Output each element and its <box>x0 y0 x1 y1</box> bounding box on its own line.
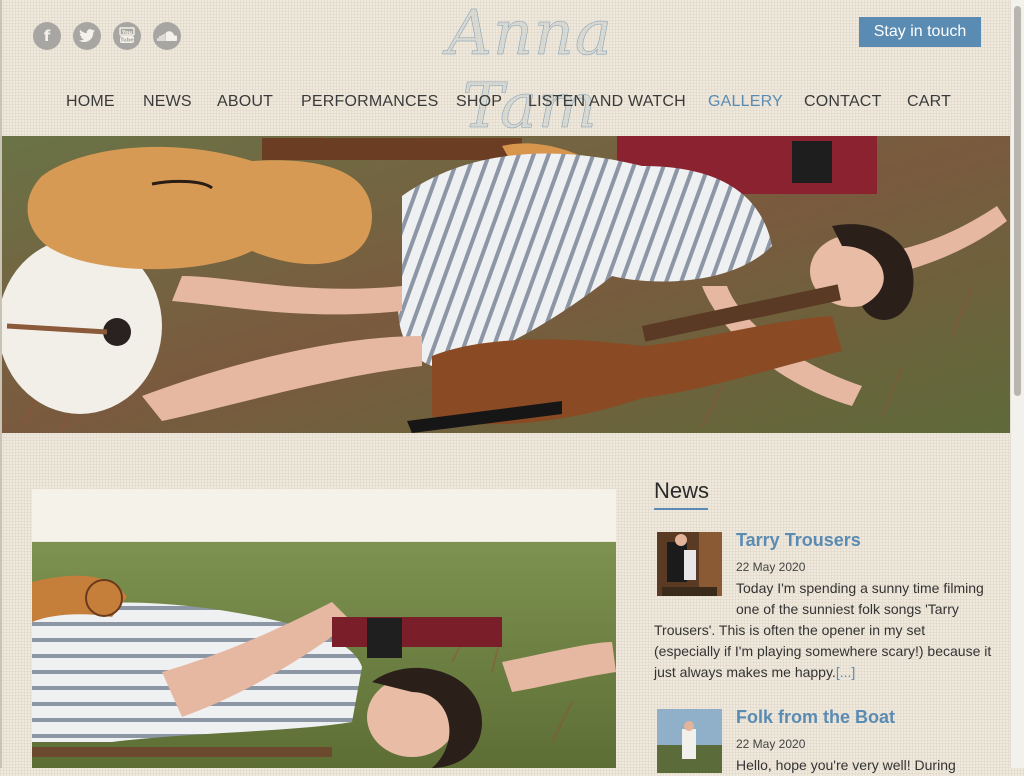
youtube-icon[interactable]: You Tube <box>113 22 141 50</box>
svg-text:You: You <box>121 30 133 36</box>
site-logo[interactable]: Anna Tam <box>380 0 680 142</box>
social-links: f You Tube <box>33 22 181 50</box>
news-item-text: one of the sunniest folk songs 'Tarry <box>736 601 959 617</box>
news-item-text: Today I'm spending a sunny time filming <box>736 580 984 596</box>
nav-cart[interactable]: CART <box>907 93 951 111</box>
news-item-text: just always makes me happy.[...] <box>654 662 855 683</box>
nav-news[interactable]: NEWS <box>143 93 192 111</box>
nav-listen-and-watch[interactable]: LISTEN AND WATCH <box>528 93 686 111</box>
soundcloud-icon[interactable] <box>153 22 181 50</box>
page-scrollbar[interactable] <box>1010 0 1024 768</box>
featured-post-image[interactable] <box>32 542 616 768</box>
news-item-text: Hello, hope you're very well! During <box>736 757 956 773</box>
scrollbar-thumb[interactable] <box>1014 6 1021 396</box>
hero-banner-image <box>2 136 1011 433</box>
news-heading: News <box>654 478 710 503</box>
news-item-text-end: just always makes me happy. <box>654 664 836 680</box>
nav-contact[interactable]: CONTACT <box>804 93 882 111</box>
news-item-title[interactable]: Folk from the Boat <box>736 707 895 728</box>
news-thumbnail[interactable] <box>657 532 722 596</box>
read-more-link[interactable]: [...] <box>836 664 855 680</box>
twitter-icon[interactable] <box>73 22 101 50</box>
nav-performances[interactable]: PERFORMANCES <box>301 93 439 111</box>
news-item-date: 22 May 2020 <box>736 737 806 751</box>
nav-gallery[interactable]: GALLERY <box>708 93 783 111</box>
news-item-date: 22 May 2020 <box>736 560 806 574</box>
svg-text:Tube: Tube <box>120 38 134 44</box>
facebook-icon[interactable]: f <box>33 22 61 50</box>
featured-post-panel <box>32 489 616 541</box>
news-item-title[interactable]: Tarry Trousers <box>736 530 861 551</box>
news-item-text: (especially if I'm playing somewhere sca… <box>654 643 992 659</box>
main-nav: HOME NEWS ABOUT PERFORMANCES SHOP LISTEN… <box>0 93 1011 115</box>
nav-home[interactable]: HOME <box>66 93 115 111</box>
news-thumbnail[interactable] <box>657 709 722 773</box>
nav-shop[interactable]: SHOP <box>456 93 502 111</box>
news-heading-underline <box>654 508 708 510</box>
nav-about[interactable]: ABOUT <box>217 93 273 111</box>
stay-in-touch-button[interactable]: Stay in touch <box>859 17 981 47</box>
news-item-text: Trousers'. This is often the opener in m… <box>654 622 926 638</box>
